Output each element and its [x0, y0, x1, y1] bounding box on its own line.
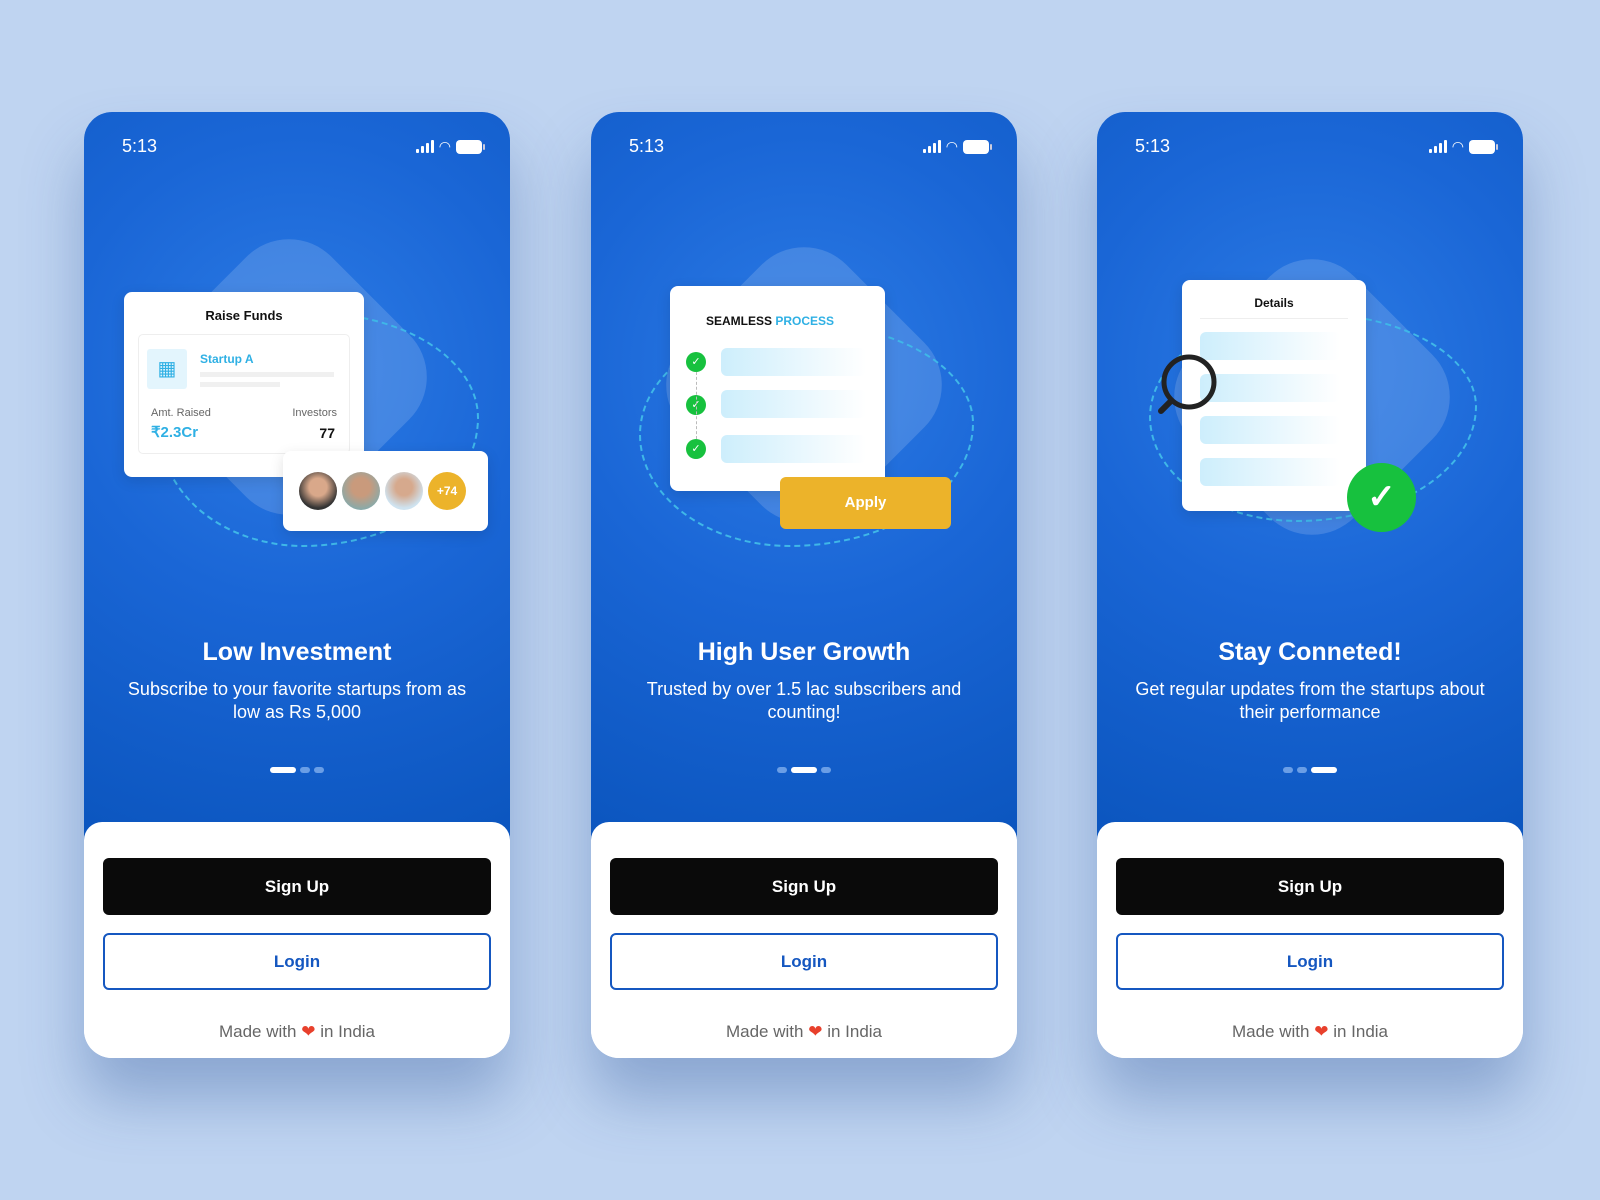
investors-value: 77 — [319, 425, 335, 441]
avatar — [299, 472, 337, 510]
status-time: 5:13 — [1135, 136, 1171, 156]
made-with-text: Made with — [1231, 1022, 1310, 1041]
made-with-text: Made with — [725, 1022, 804, 1041]
login-button[interactable]: Login — [103, 933, 491, 990]
wifi-icon: ◠ — [438, 138, 451, 154]
onboarding-screen-2: 5:13 ◠ SEAMLESS PROCESS ✓ ✓ ✓ Apply High… — [591, 112, 1017, 1058]
in-india-text: in India — [827, 1022, 883, 1041]
heading-seamless: SEAMLESS — [706, 314, 773, 328]
sign-up-button[interactable]: Sign Up — [1116, 858, 1504, 915]
wifi-icon: ◠ — [945, 138, 958, 154]
hero: 5:13 ◠ Raise Funds ▦ Startup A Amt. Rais… — [84, 112, 510, 842]
page-indicator[interactable] — [1097, 767, 1523, 773]
startup-name: Startup A — [200, 352, 254, 366]
sign-up-button[interactable]: Sign Up — [103, 858, 491, 915]
check-icon: ✓ — [686, 439, 706, 459]
auth-panel: Sign Up Login Made with ❤ in India — [84, 822, 510, 1058]
login-button[interactable]: Login — [610, 933, 998, 990]
avatar — [342, 472, 380, 510]
status-icons: ◠ — [415, 138, 485, 155]
heading-process: PROCESS — [775, 314, 835, 328]
screen-subtitle: Trusted by over 1.5 lac subscribers and … — [646, 679, 962, 722]
amount-value: ₹2.3Cr — [151, 424, 199, 441]
status-icons: ◠ — [922, 138, 992, 155]
step-placeholder — [721, 435, 866, 463]
screen-title: High User Growth — [697, 638, 911, 666]
hero: 5:13 ◠ SEAMLESS PROCESS ✓ ✓ ✓ Apply High… — [591, 112, 1017, 842]
magnifier-icon — [1158, 354, 1217, 414]
wifi-icon: ◠ — [1451, 138, 1464, 154]
detail-placeholder — [1200, 416, 1340, 444]
success-check-icon: ✓ — [1347, 463, 1416, 532]
heart-icon: ❤ — [1314, 1022, 1329, 1041]
in-india-text: in India — [1333, 1022, 1389, 1041]
apply-button-illustration: Apply — [780, 477, 951, 529]
raise-funds-card: Raise Funds ▦ Startup A Amt. Raised ₹2.3… — [124, 292, 364, 477]
auth-panel: Sign Up Login Made with ❤ in India — [1097, 822, 1523, 1058]
avatar — [385, 472, 423, 510]
page-indicator[interactable] — [591, 767, 1017, 773]
seamless-process-card: SEAMLESS PROCESS ✓ ✓ ✓ — [670, 286, 885, 491]
screen-subtitle: Get regular updates from the startups ab… — [1135, 679, 1485, 722]
login-button[interactable]: Login — [1116, 933, 1504, 990]
sign-up-button[interactable]: Sign Up — [610, 858, 998, 915]
auth-panel: Sign Up Login Made with ❤ in India — [591, 822, 1017, 1058]
battery-icon — [1469, 139, 1498, 154]
card-heading: Raise Funds — [205, 308, 283, 323]
more-investors-badge: +74 — [428, 472, 466, 510]
check-icon: ✓ — [686, 352, 706, 372]
amount-label: Amt. Raised — [151, 407, 211, 419]
page-indicator[interactable] — [84, 767, 510, 773]
footer-text: Made with ❤ in India — [84, 1022, 510, 1042]
step-placeholder — [721, 348, 866, 376]
made-with-text: Made with — [218, 1022, 297, 1041]
screen-title: Low Investment — [202, 638, 392, 666]
status-icons: ◠ — [1428, 138, 1498, 155]
signal-icon — [415, 140, 434, 153]
screen-title: Stay Conneted! — [1218, 638, 1402, 666]
status-time: 5:13 — [629, 136, 665, 156]
building-icon: ▦ — [147, 349, 187, 389]
onboarding-screen-3: 5:13 ◠ Details ✓ Stay Conneted! Get regu… — [1097, 112, 1523, 1058]
signal-icon — [1428, 140, 1447, 153]
card-heading: Details — [1254, 296, 1294, 310]
screen-subtitle: Subscribe to your favorite startups from… — [127, 679, 467, 722]
investors-label: Investors — [292, 407, 337, 419]
battery-icon — [963, 139, 992, 154]
heart-icon: ❤ — [301, 1022, 316, 1041]
heart-icon: ❤ — [808, 1022, 823, 1041]
battery-icon — [456, 139, 485, 154]
detail-placeholder — [1200, 458, 1340, 486]
footer-text: Made with ❤ in India — [591, 1022, 1017, 1042]
hero: 5:13 ◠ Details ✓ Stay Conneted! Get regu… — [1097, 112, 1523, 842]
onboarding-screen-1: 5:13 ◠ Raise Funds ▦ Startup A Amt. Rais… — [84, 112, 510, 1058]
investors-avatars-card: +74 — [283, 451, 488, 531]
status-time: 5:13 — [122, 136, 158, 156]
step-placeholder — [721, 390, 866, 418]
in-india-text: in India — [320, 1022, 376, 1041]
signal-icon — [922, 140, 941, 153]
footer-text: Made with ❤ in India — [1097, 1022, 1523, 1042]
